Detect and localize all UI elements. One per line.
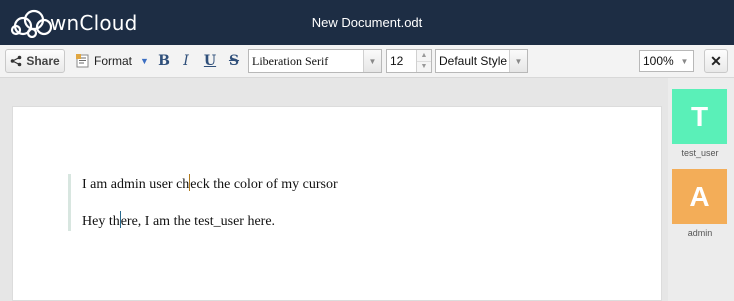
zoom-select[interactable]: 100% ▼ [639,50,694,72]
document-text[interactable]: I am admin user check the color of my cu… [68,174,602,231]
share-icon [11,55,22,67]
member-name: admin [687,228,713,238]
bold-button[interactable]: B [154,49,174,73]
paragraph-style-select[interactable]: Default Style ▼ [435,49,528,73]
paragraph-2-text-after: ere, I am the test_user here. [120,214,276,229]
paragraph-style-value: Default Style [439,54,508,68]
document-title: New Document.odt [311,15,423,30]
close-document-button[interactable]: ✕ [704,49,728,73]
document-page[interactable]: I am admin user check the color of my cu… [12,106,662,301]
font-size-spinner[interactable]: ▲ ▼ [416,50,431,72]
paragraph-1-text-before: I am admin user ch [82,177,190,192]
underline-button[interactable]: U [200,49,220,73]
paragraph-1-text-after: eck the color of my cursor [190,177,338,192]
member-admin[interactable]: A admin [672,169,728,238]
paragraph-2-text-before: Hey th [82,214,120,229]
close-icon: ✕ [710,52,722,69]
document-canvas[interactable]: I am admin user check the color of my cu… [0,78,668,301]
share-label: Share [26,54,60,68]
italic-button[interactable]: I [176,49,196,73]
avatar[interactable]: A [672,169,727,224]
chevron-down-icon: ▼ [140,56,149,66]
font-size-value: 12 [390,54,404,68]
paragraph-1[interactable]: I am admin user check the color of my cu… [82,174,602,194]
format-menu-button[interactable]: Format ▼ [72,49,152,73]
zoom-value: 100% [643,54,674,68]
avatar[interactable]: T [672,89,727,144]
spinner-down-icon[interactable]: ▼ [417,61,431,72]
paragraph-2[interactable]: Hey there, I am the test_user here. [82,211,602,231]
chevron-down-icon[interactable]: ▼ [676,51,693,71]
chevron-down-icon[interactable]: ▼ [509,50,527,72]
font-size-input[interactable]: 12 ▲ ▼ [386,49,432,73]
font-family-select[interactable]: Liberation Serif ▼ [248,49,382,73]
format-label: Format [94,54,133,68]
chevron-down-icon[interactable]: ▼ [363,50,381,72]
member-name: test_user [681,148,719,158]
font-family-value: Liberation Serif [252,53,329,68]
share-button[interactable]: Share [5,49,65,73]
strikethrough-button[interactable]: S [224,49,244,73]
editor-toolbar: Share Format ▼ B I U S Liberation Serif … [0,45,734,78]
spinner-up-icon[interactable]: ▲ [417,50,431,62]
member-test-user[interactable]: T test_user [672,89,728,158]
paragraph-format-icon [76,54,89,68]
collaborators-sidebar: T test_user A admin [668,78,734,301]
app-header: wnCloud New Document.odt [0,0,734,45]
